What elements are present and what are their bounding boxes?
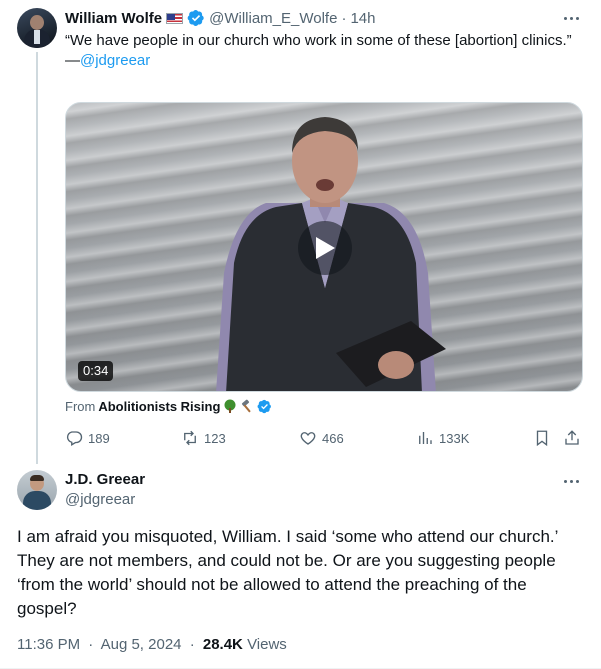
tweet1-timestamp[interactable]: 14h [350, 10, 375, 27]
tweet1-handle[interactable]: @William_E_Wolfe [209, 10, 337, 27]
views-count: 133K [439, 430, 470, 446]
repost-count: 123 [204, 430, 226, 446]
tweet1-text: “We have people in our church who work i… [65, 32, 572, 49]
tweet1-header: William Wolfe @William_E_Wolfe · 14h [65, 8, 375, 28]
tweet1-separator: · [341, 9, 347, 27]
reply-icon [66, 431, 83, 446]
play-button[interactable] [298, 221, 352, 275]
like-count: 466 [322, 430, 344, 446]
like-button[interactable]: 466 [299, 428, 344, 448]
avatar-william-wolfe[interactable] [17, 8, 57, 48]
tweet2-views-count: 28.4K [202, 636, 243, 653]
play-icon [316, 237, 335, 259]
from-label: From [65, 398, 96, 414]
tweet2-author-name[interactable]: J.D. Greear [65, 471, 145, 488]
attribution-dash: — [65, 52, 80, 69]
tweet2-time[interactable]: 11:36 PM [17, 636, 80, 653]
tweet2-views-label: Views [247, 636, 287, 653]
hammer-emoji-icon [242, 399, 251, 413]
from-source-link[interactable]: Abolitionists Rising [98, 399, 220, 414]
share-icon [565, 430, 579, 445]
share-button[interactable] [563, 428, 581, 448]
tweet2-date[interactable]: Aug 5, 2024 [101, 636, 182, 653]
tweet1-more-button[interactable] [561, 8, 581, 28]
bookmark-icon [536, 430, 548, 447]
tweet2-handle[interactable]: @jdgreear [65, 491, 135, 508]
tweet2-meta: 11:36 PM · Aug 5, 2024 · 28.4K Views [17, 636, 287, 653]
verified-badge-icon [257, 399, 272, 413]
meta-separator: · [189, 636, 195, 653]
mention-link[interactable]: @jdgreear [80, 52, 150, 69]
tweet2-more-button[interactable] [561, 471, 581, 491]
tree-emoji-icon [224, 399, 236, 413]
more-icon [563, 16, 567, 20]
media-source: From Abolitionists Rising [65, 396, 272, 416]
reply-count: 189 [88, 430, 110, 446]
repost-button[interactable]: 123 [181, 428, 226, 448]
verified-badge-icon [187, 9, 204, 27]
reply-button[interactable]: 189 [65, 428, 110, 448]
views-button[interactable]: 133K [416, 428, 469, 448]
thread-connector-line [36, 52, 38, 464]
tweet2-text: I am afraid you misquoted, William. I sa… [17, 527, 558, 618]
us-flag-icon [166, 12, 184, 24]
video-duration: 0:34 [78, 361, 114, 381]
views-icon [419, 432, 432, 444]
tweet1-action-bar: 189 123 466 133K [65, 428, 585, 448]
avatar-jd-greear[interactable] [17, 470, 57, 510]
tweet1-body: “We have people in our church who work i… [65, 31, 575, 71]
more-icon [563, 479, 567, 483]
like-icon [300, 432, 316, 445]
meta-separator: · [88, 636, 94, 653]
bookmark-button[interactable] [533, 428, 551, 448]
repost-icon [184, 430, 196, 446]
tweet1-author-name[interactable]: William Wolfe [65, 10, 162, 27]
video-player[interactable]: 0:34 [65, 102, 583, 392]
